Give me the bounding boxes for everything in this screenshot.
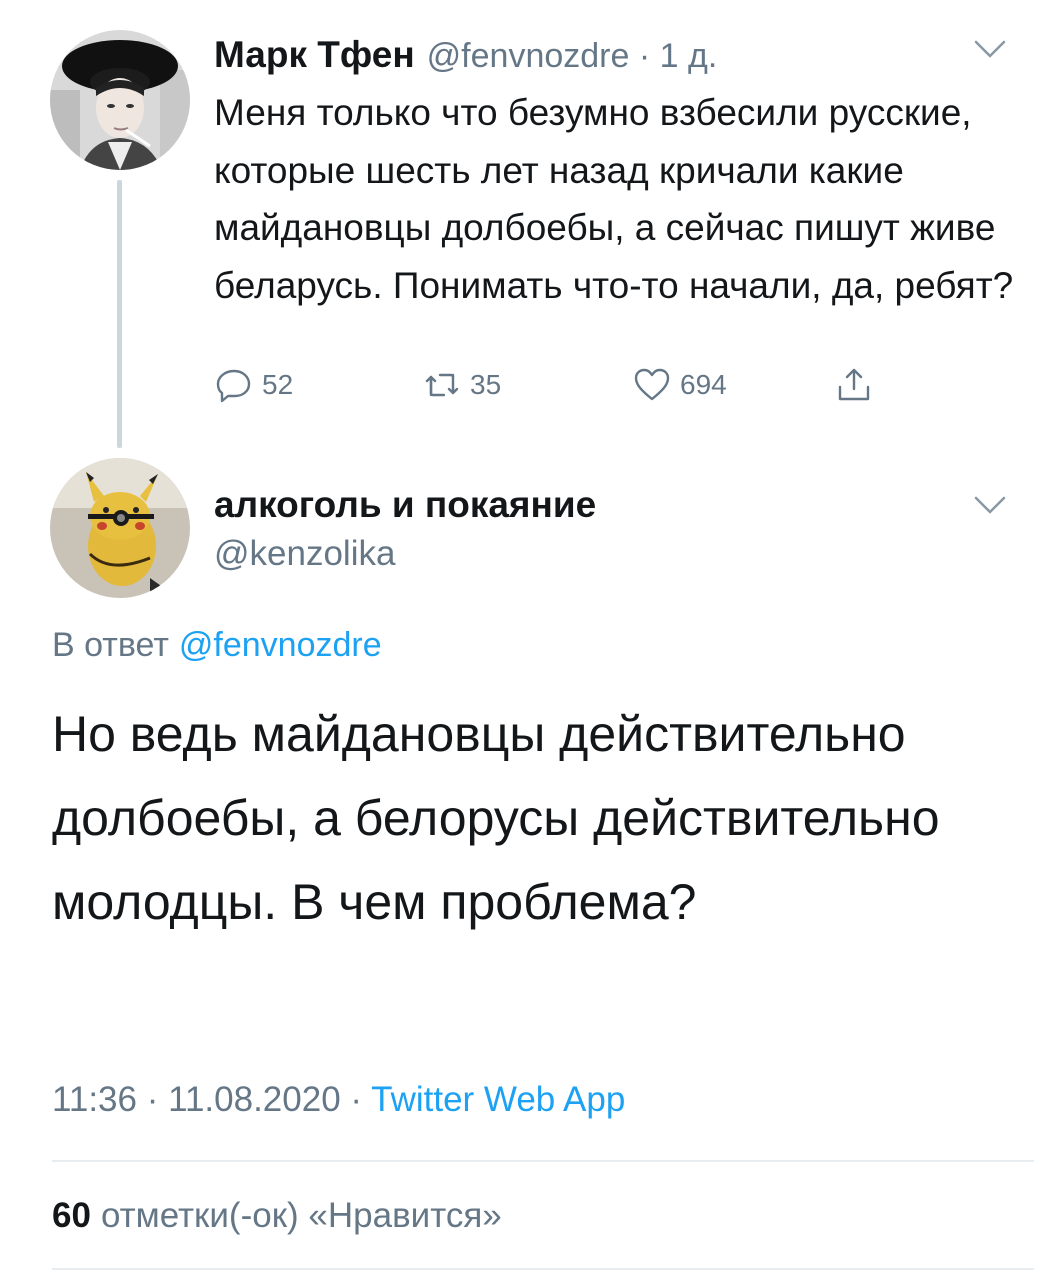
- like-icon: [634, 368, 670, 401]
- parent-display-name[interactable]: Марк Тфен: [214, 34, 415, 76]
- divider: [52, 1268, 1034, 1270]
- reply-count: 52: [262, 369, 294, 400]
- chevron-down-icon[interactable]: [970, 34, 1010, 64]
- likes-label: отметки(-ок) «Нравится»: [100, 1196, 502, 1235]
- retweet-icon: [425, 373, 459, 397]
- tweet-action-bar: 52 35 694: [214, 360, 914, 410]
- like-button[interactable]: 694: [632, 360, 727, 410]
- reply-icon: [216, 369, 251, 403]
- reply-handle[interactable]: @kenzolika: [214, 534, 395, 574]
- tweet-source-link[interactable]: Twitter Web App: [371, 1080, 625, 1119]
- divider: [52, 1160, 1034, 1162]
- retweet-count: 35: [470, 369, 502, 400]
- timestamp-text[interactable]: 11:36 · 11.08.2020 ·: [52, 1080, 371, 1119]
- share-icon: [838, 368, 870, 401]
- avatar[interactable]: [50, 458, 190, 598]
- tweet-detail-page: Марк Тфен @fenvnozdre · 1 д. Меня только…: [0, 0, 1056, 1280]
- reply-to-mention[interactable]: @fenvnozdre: [179, 626, 382, 664]
- parent-tweet-header: Марк Тфен @fenvnozdre · 1 д.: [214, 34, 717, 84]
- replying-to: В ответ @fenvnozdre: [52, 626, 382, 665]
- thread-connector-line: [117, 180, 122, 448]
- likes-count: 60: [52, 1196, 91, 1235]
- likes-summary[interactable]: 60 отметки(-ок) «Нравится»: [52, 1196, 502, 1236]
- chevron-down-icon[interactable]: [970, 490, 1010, 520]
- parent-handle-time[interactable]: @fenvnozdre · 1 д.: [427, 37, 718, 76]
- tweet-timestamp: 11:36 · 11.08.2020 · Twitter Web App: [52, 1080, 625, 1120]
- parent-tweet-text: Меня только что безумно взбесили русские…: [214, 92, 1014, 306]
- like-count: 694: [680, 369, 727, 400]
- avatar[interactable]: [50, 30, 190, 170]
- retweet-button[interactable]: 35: [422, 360, 501, 410]
- share-button[interactable]: [834, 360, 874, 410]
- reply-tweet-text: Но ведь майдановцы действительно долбоеб…: [52, 706, 940, 930]
- reply-display-name[interactable]: алкоголь и покаяние: [214, 484, 596, 526]
- reply-to-label: В ответ: [52, 626, 169, 664]
- reply-button[interactable]: 52: [214, 360, 293, 410]
